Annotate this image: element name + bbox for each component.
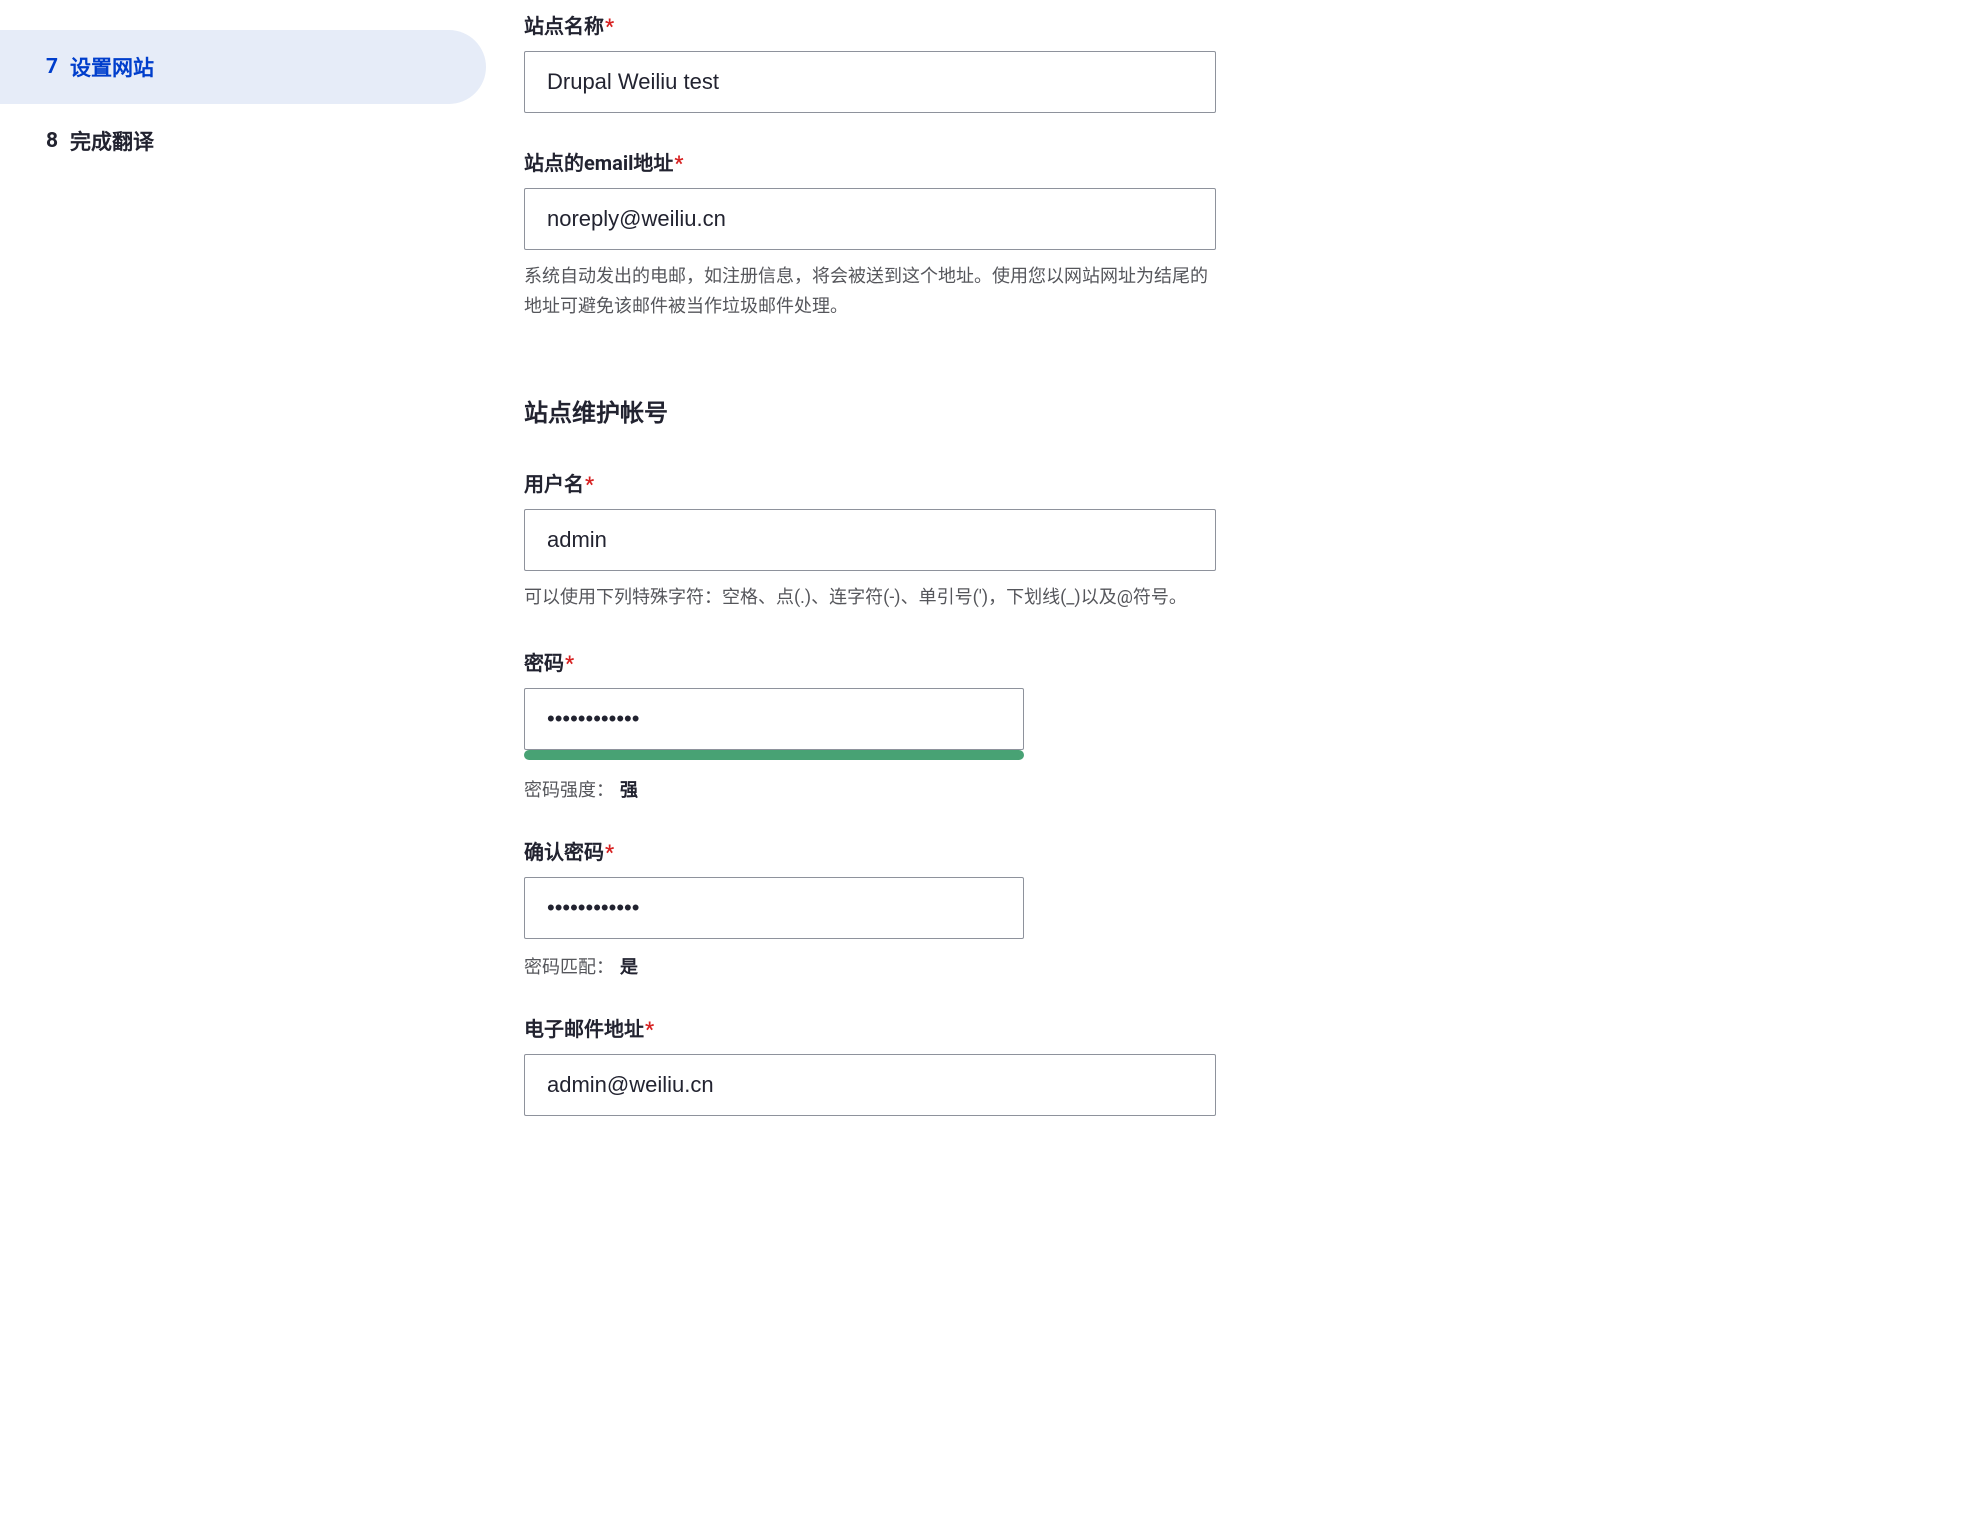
confirm-password-input[interactable] [524, 877, 1024, 939]
email-label: 电子邮件地址* [524, 1013, 1216, 1042]
site-email-help: 系统自动发出的电邮，如注册信息，将会被送到这个地址。使用您以网站网址为结尾的地址… [524, 262, 1216, 321]
main-form-area: 站点名称* 站点的email地址* 系统自动发出的电邮，如注册信息，将会被送到这… [486, 0, 1276, 1538]
step-label: 完成翻译 [70, 126, 154, 156]
site-name-label: 站点名称* [524, 10, 1216, 39]
required-mark: * [565, 651, 574, 675]
confirm-password-group: 确认密码* 密码匹配：是 [524, 836, 1216, 979]
required-mark: * [605, 840, 614, 864]
site-name-input[interactable] [524, 51, 1216, 113]
confirm-password-wrapper: 密码匹配：是 [524, 877, 1024, 979]
email-group: 电子邮件地址* [524, 1013, 1216, 1116]
site-email-label: 站点的email地址* [524, 147, 1216, 176]
step-finish-translation: 8 完成翻译 [0, 104, 486, 178]
email-input[interactable] [524, 1054, 1216, 1116]
password-strength-bar [524, 750, 1024, 760]
username-group: 用户名* 可以使用下列特殊字符：空格、点(.)、连字符(-)、单引号(')，下划… [524, 468, 1216, 613]
step-number: 8 [30, 129, 58, 153]
site-name-group: 站点名称* [524, 10, 1216, 113]
username-label: 用户名* [524, 468, 1216, 497]
step-configure-site: 7 设置网站 [0, 30, 486, 104]
required-mark: * [645, 1017, 654, 1041]
password-input[interactable] [524, 688, 1024, 750]
maintenance-account-heading: 站点维护帐号 [524, 393, 1216, 428]
required-mark: * [585, 472, 594, 496]
site-email-input[interactable] [524, 188, 1216, 250]
password-strength-text: 密码强度：强 [524, 776, 1024, 802]
password-match-text: 密码匹配：是 [524, 953, 1024, 979]
site-email-group: 站点的email地址* 系统自动发出的电邮，如注册信息，将会被送到这个地址。使用… [524, 147, 1216, 321]
username-help: 可以使用下列特殊字符：空格、点(.)、连字符(-)、单引号(')，下划线(_)以… [524, 583, 1216, 613]
password-group: 密码* 密码强度：强 [524, 647, 1216, 802]
step-label: 设置网站 [70, 52, 154, 82]
step-number: 7 [30, 55, 58, 79]
username-input[interactable] [524, 509, 1216, 571]
password-wrapper: 密码强度：强 [524, 688, 1024, 802]
required-mark: * [605, 14, 614, 38]
password-label: 密码* [524, 647, 1216, 676]
install-steps-sidebar: 7 设置网站 8 完成翻译 [0, 0, 486, 1538]
required-mark: * [674, 151, 683, 175]
confirm-password-label: 确认密码* [524, 836, 1216, 865]
